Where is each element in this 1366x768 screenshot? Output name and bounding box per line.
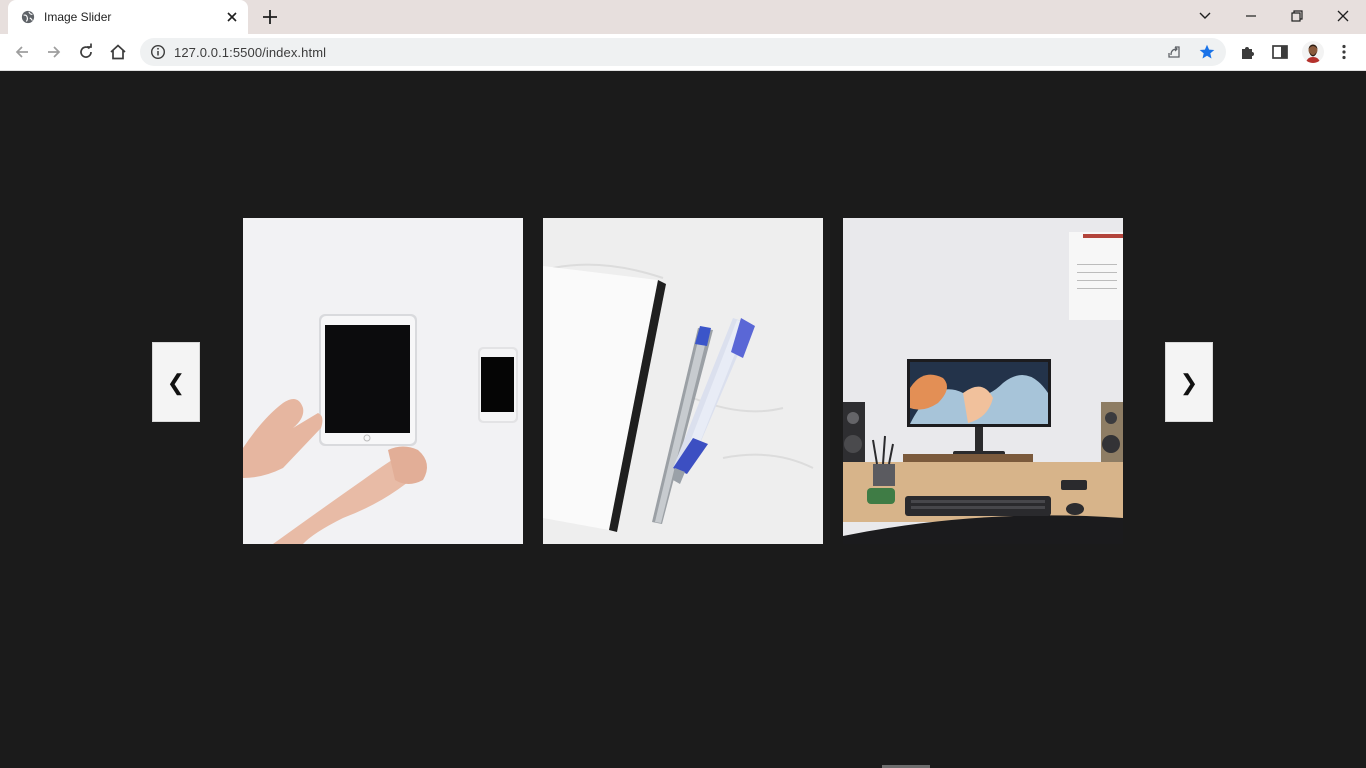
share-icon[interactable] <box>1166 44 1182 60</box>
browser-toolbar: 127.0.0.1:5500/index.html <box>0 34 1366 71</box>
chevron-down-icon[interactable] <box>1194 5 1216 27</box>
back-arrow-icon[interactable] <box>12 42 32 62</box>
slide-desk-monitor <box>843 218 1123 544</box>
profile-icon <box>1306 44 1320 63</box>
desk-monitor-image <box>843 218 1123 544</box>
info-icon[interactable] <box>150 44 166 60</box>
extensions-icon[interactable] <box>1238 42 1258 62</box>
tab-strip: Image Slider <box>0 0 1366 34</box>
restore-icon[interactable] <box>1286 5 1308 27</box>
plus-icon[interactable] <box>260 7 280 27</box>
home-icon[interactable] <box>108 42 128 62</box>
reload-icon[interactable] <box>76 42 96 62</box>
notebook-pens-image <box>543 218 823 544</box>
forward-arrow-icon[interactable] <box>44 42 64 62</box>
minimize-icon[interactable] <box>1240 5 1262 27</box>
next-button[interactable]: ❯ <box>1165 342 1213 422</box>
close-icon[interactable] <box>224 9 240 25</box>
star-icon[interactable] <box>1198 43 1216 61</box>
avatar[interactable] <box>1302 41 1324 63</box>
menu-kebab-icon[interactable] <box>1334 42 1354 62</box>
address-bar[interactable]: 127.0.0.1:5500/index.html <box>140 38 1226 66</box>
prev-button[interactable]: ❮ <box>152 342 200 422</box>
close-window-icon[interactable] <box>1332 5 1354 27</box>
tablet-phone-image <box>243 218 523 544</box>
slide-tablet-phone <box>243 218 523 544</box>
tab-title: Image Slider <box>44 10 112 24</box>
slide-notebook-pens <box>543 218 823 544</box>
browser-tab[interactable]: Image Slider <box>8 0 248 34</box>
url-text[interactable]: 127.0.0.1:5500/index.html <box>174 45 326 60</box>
side-panel-icon[interactable] <box>1270 42 1290 62</box>
globe-icon <box>21 10 35 24</box>
